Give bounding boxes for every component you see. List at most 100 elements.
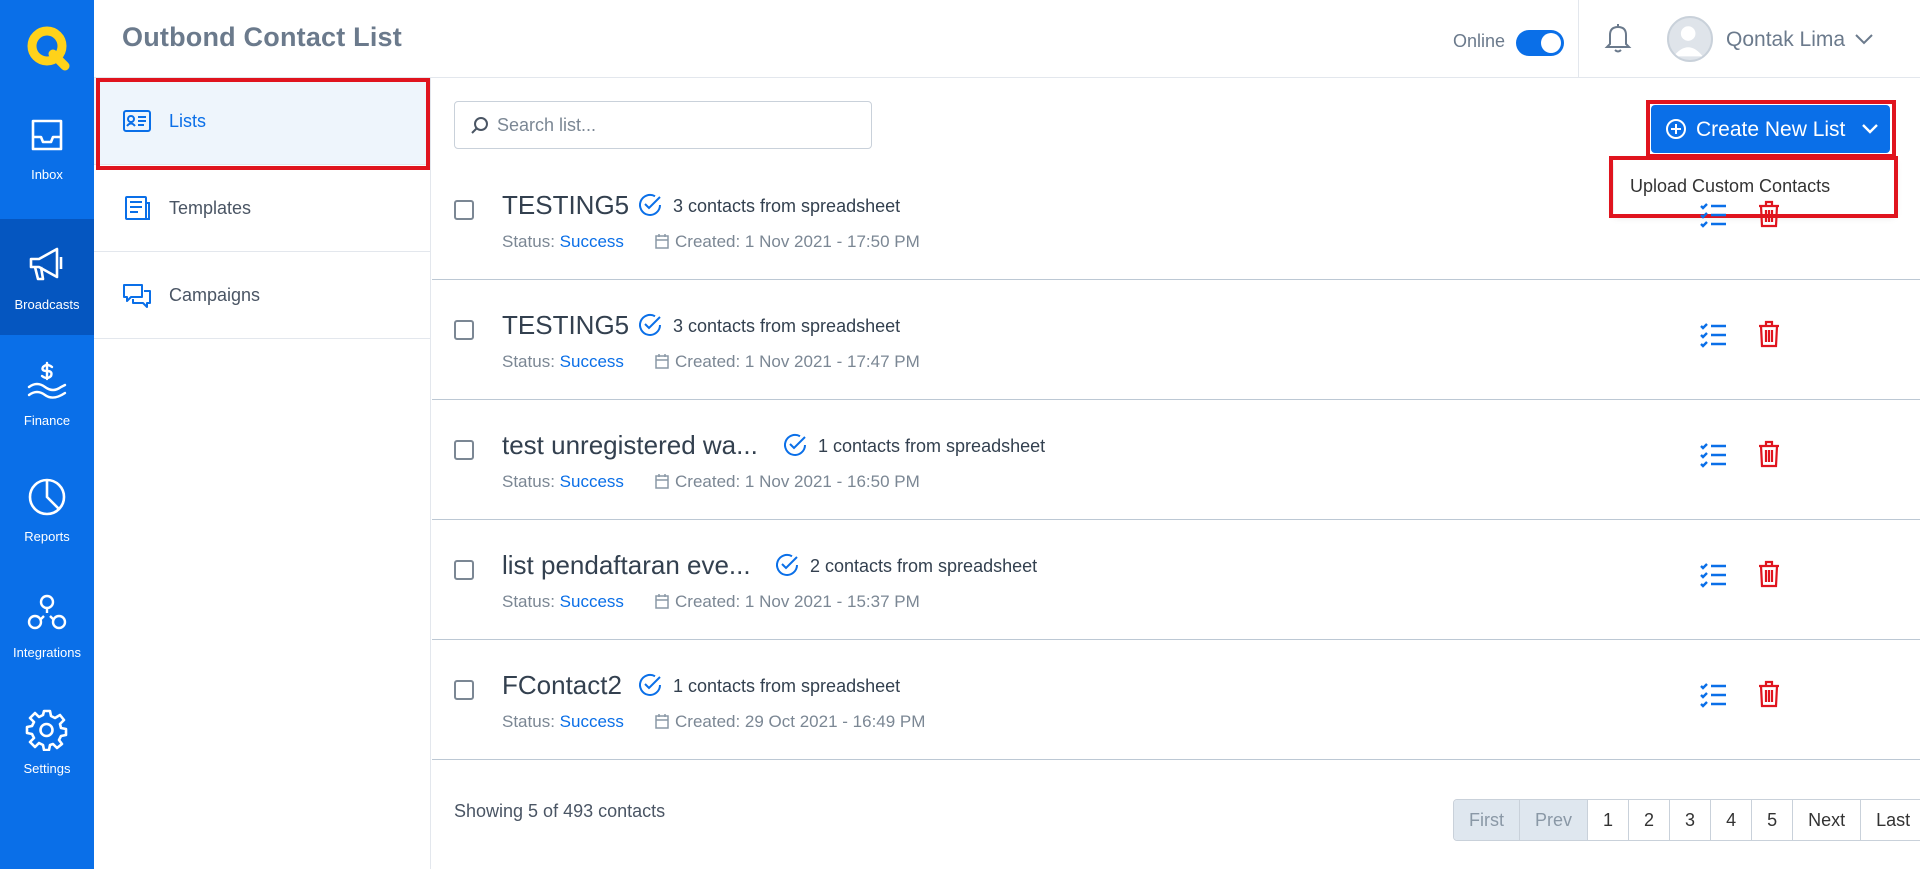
search-icon	[471, 117, 488, 134]
user-name[interactable]: Qontak Lima	[1726, 28, 1845, 52]
showing-count: Showing 5 of 493 contacts	[454, 801, 666, 821]
status-text: Status: Success	[502, 592, 624, 612]
subnav-label-lists: Lists	[169, 110, 207, 131]
trash-icon[interactable]	[1758, 560, 1780, 588]
row-checkbox[interactable]	[454, 560, 474, 580]
create-new-list-label: Create New List	[1696, 118, 1846, 141]
chat-bubbles-icon	[123, 284, 151, 308]
calendar-icon	[655, 594, 669, 609]
checklist-icon[interactable]	[1699, 442, 1727, 468]
created-date: Created: 1 Nov 2021 - 17:50 PM	[675, 232, 920, 251]
header-divider	[1578, 0, 1579, 78]
calendar-icon	[655, 474, 669, 489]
status-text: Status: Success	[502, 352, 624, 372]
status-label: Status:	[502, 712, 555, 731]
contacts-count: 1 contacts from spreadsheet	[818, 436, 1046, 456]
pager-next[interactable]: Next	[1792, 800, 1861, 840]
rail-item-broadcasts[interactable]: Broadcasts	[0, 219, 94, 335]
pagination: First Prev 1 2 3 4 5 Next Last	[1453, 799, 1920, 841]
pager-last[interactable]: Last	[1860, 800, 1920, 840]
status-label: Status:	[502, 232, 555, 251]
status-value: Success	[559, 232, 624, 251]
verified-check-icon	[784, 433, 806, 456]
trash-icon[interactable]	[1758, 320, 1780, 348]
status-text: Status: Success	[502, 712, 624, 732]
row-checkbox[interactable]	[454, 440, 474, 460]
rail-label-inbox: Inbox	[31, 166, 63, 182]
table-row: TESTING5 3 contacts from spreadsheet Sta…	[432, 160, 1920, 280]
top-bar: Outbond Contact List Online Qontak Lima	[94, 0, 1920, 78]
trash-icon[interactable]	[1758, 680, 1780, 708]
contacts-count: 3 contacts from spreadsheet	[673, 316, 901, 336]
checklist-icon[interactable]	[1699, 562, 1727, 588]
list-name[interactable]: list pendaftaran eve...	[502, 550, 751, 581]
avatar[interactable]	[1667, 16, 1713, 62]
row-checkbox[interactable]	[454, 320, 474, 340]
plus-circle-icon	[1666, 119, 1686, 139]
integrations-icon	[27, 594, 67, 629]
created-date: Created: 1 Nov 2021 - 17:47 PM	[675, 352, 920, 371]
calendar-icon	[655, 354, 669, 369]
subnav-label-templates: Templates	[169, 197, 252, 218]
list-name[interactable]: TESTING5	[502, 190, 629, 221]
online-status-label: Online	[1453, 31, 1506, 51]
trash-icon[interactable]	[1758, 200, 1780, 228]
gear-icon	[25, 709, 68, 751]
app-root: Inbox Broadcasts Finance Reports Integra…	[0, 0, 1920, 869]
chevron-down-icon	[1862, 124, 1878, 134]
calendar-icon	[655, 234, 669, 249]
list-name[interactable]: FContact2	[502, 670, 622, 701]
pager-4[interactable]: 4	[1710, 800, 1752, 840]
create-new-list-button[interactable]: Create New List	[1651, 105, 1890, 153]
bell-icon[interactable]	[1604, 22, 1632, 54]
subnav-item-lists[interactable]: Lists	[94, 78, 430, 165]
rail-item-integrations[interactable]: Integrations	[0, 567, 94, 683]
subnav-item-templates[interactable]: Templates	[94, 165, 430, 252]
search-input[interactable]	[497, 102, 857, 148]
checklist-icon[interactable]	[1699, 682, 1727, 708]
pager-first[interactable]: First	[1454, 800, 1519, 840]
pager-1[interactable]: 1	[1587, 800, 1629, 840]
search-box	[454, 101, 872, 149]
rail-item-finance[interactable]: Finance	[0, 335, 94, 451]
page-title: Outbond Contact List	[122, 22, 402, 52]
rail-label-finance: Finance	[23, 412, 71, 428]
list-name[interactable]: test unregistered wa...	[502, 430, 758, 461]
pager-prev[interactable]: Prev	[1519, 800, 1588, 840]
main-nav-rail: Inbox Broadcasts Finance Reports Integra…	[0, 0, 94, 869]
inbox-icon	[31, 119, 63, 150]
chevron-down-icon[interactable]	[1854, 32, 1874, 46]
rail-item-inbox[interactable]: Inbox	[0, 89, 94, 205]
checklist-icon[interactable]	[1699, 322, 1727, 348]
subnav-label-campaigns: Campaigns	[169, 284, 261, 305]
contacts-count: 1 contacts from spreadsheet	[673, 676, 901, 696]
verified-check-icon	[776, 553, 798, 576]
verified-check-icon	[639, 313, 661, 336]
templates-icon	[125, 196, 150, 220]
status-value: Success	[559, 352, 624, 371]
table-row: FContact2 1 contacts from spreadsheet St…	[432, 640, 1920, 760]
rail-item-reports[interactable]: Reports	[0, 451, 94, 567]
calendar-icon	[655, 714, 669, 729]
status-label: Status:	[502, 592, 555, 611]
online-toggle[interactable]	[1516, 30, 1564, 56]
qontak-logo[interactable]	[23, 24, 71, 72]
status-text: Status: Success	[502, 472, 624, 492]
created-date: Created: 1 Nov 2021 - 16:50 PM	[675, 472, 920, 491]
checklist-icon[interactable]	[1699, 202, 1727, 228]
table-row: test unregistered wa... 1 contacts from …	[432, 400, 1920, 520]
pie-chart-icon	[28, 478, 66, 515]
pager-2[interactable]: 2	[1628, 800, 1670, 840]
row-checkbox[interactable]	[454, 200, 474, 220]
subnav-item-campaigns[interactable]: Campaigns	[94, 252, 430, 339]
rail-item-settings[interactable]: Settings	[0, 683, 94, 799]
table-row: list pendaftaran eve... 2 contacts from …	[432, 520, 1920, 640]
trash-icon[interactable]	[1758, 440, 1780, 468]
list-name[interactable]: TESTING5	[502, 310, 629, 341]
pager-3[interactable]: 3	[1669, 800, 1711, 840]
pager-5[interactable]: 5	[1751, 800, 1793, 840]
row-checkbox[interactable]	[454, 680, 474, 700]
contacts-count: 2 contacts from spreadsheet	[810, 556, 1038, 576]
status-value: Success	[559, 712, 624, 731]
status-label: Status:	[502, 352, 555, 371]
